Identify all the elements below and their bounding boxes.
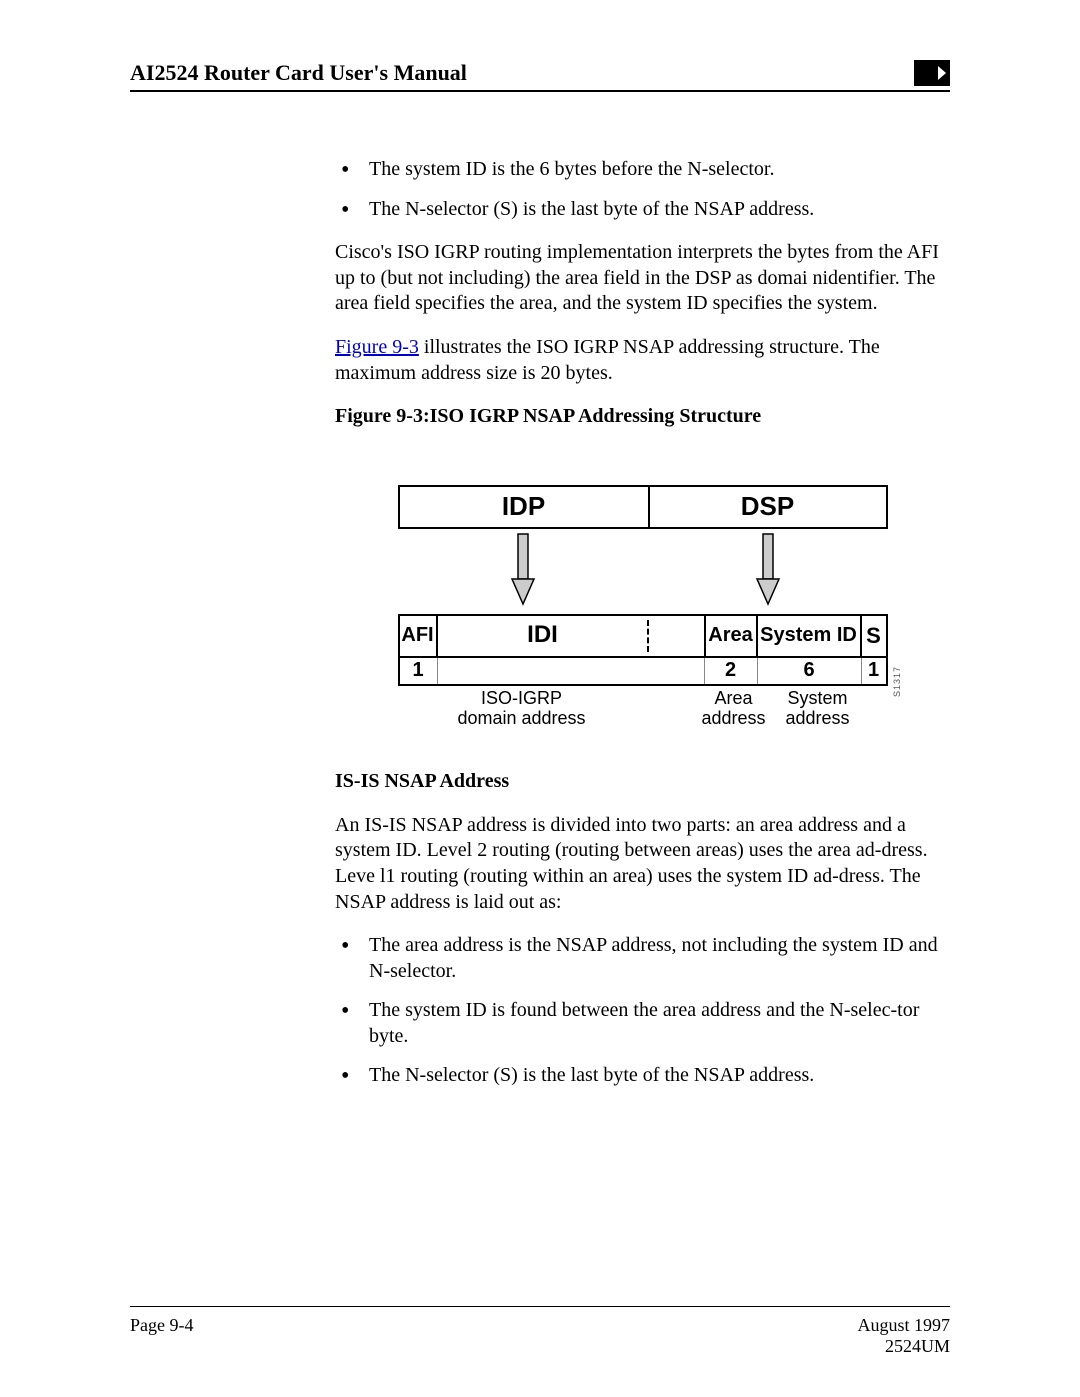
footer-right: August 1997 2524UM	[857, 1315, 950, 1357]
label-end-gap	[870, 688, 888, 729]
gap-bytes	[648, 658, 704, 684]
isis-paragraph: An IS-IS NSAP address is divided into tw…	[335, 813, 950, 915]
page-footer: Page 9-4 August 1997 2524UM	[130, 1306, 950, 1357]
isis-heading: IS-IS NSAP Address	[335, 769, 950, 795]
idi-cell: IDI	[438, 616, 648, 656]
label-line2: address	[702, 708, 766, 728]
list-item: The area address is the NSAP address, no…	[335, 933, 950, 984]
area-cell: Area	[704, 616, 758, 656]
area-address-label: Area address	[702, 688, 766, 729]
idp-cell: IDP	[400, 487, 650, 527]
paragraph-cisco: Cisco's ISO IGRP routing implementation …	[335, 240, 950, 317]
manual-title: AI2524 Router Card User's Manual	[130, 60, 467, 86]
iso-igrp-label: ISO-IGRP domain address	[398, 688, 646, 729]
figure-caption: Figure 9-3:ISO IGRP NSAP Addressing Stru…	[335, 404, 950, 430]
label-line1: Area	[715, 688, 753, 708]
gap-cell	[648, 616, 704, 656]
label-line2: domain address	[457, 708, 585, 728]
label-line1: ISO-IGRP	[481, 688, 562, 708]
body-content: The system ID is the 6 bytes before the …	[335, 157, 950, 1089]
brand-logo-icon	[914, 60, 950, 86]
diagram-fields-row: AFI IDI Area System ID S	[398, 614, 888, 656]
nsap-structure-diagram: IDP DSP AFI IDI	[398, 485, 888, 729]
isis-bullet-list: The area address is the NSAP address, no…	[335, 933, 950, 1089]
figure-reference-paragraph: Figure 9-3 illustrates the ISO IGRP NSAP…	[335, 335, 950, 386]
page: AI2524 Router Card User's Manual The sys…	[0, 0, 1080, 1397]
idi-label: IDI	[527, 620, 558, 651]
afi-cell: AFI	[400, 616, 438, 656]
dashed-divider-icon	[647, 620, 649, 652]
footer-date: August 1997	[857, 1315, 950, 1335]
systemid-cell: System ID	[758, 616, 862, 656]
dsp-cell: DSP	[650, 487, 886, 527]
list-item: The N-selector (S) is the last byte of t…	[335, 197, 950, 223]
arrow-row	[398, 529, 888, 614]
list-item: The system ID is found between the area …	[335, 998, 950, 1049]
diagram-id-label: S1317	[892, 666, 904, 697]
label-gap	[646, 688, 702, 729]
sel-bytes: 1	[862, 658, 886, 684]
list-item: The system ID is the 6 bytes before the …	[335, 157, 950, 183]
intro-bullet-list: The system ID is the 6 bytes before the …	[335, 157, 950, 222]
sysid-bytes: 6	[758, 658, 862, 684]
afi-bytes: 1	[400, 658, 438, 684]
page-number: Page 9-4	[130, 1315, 193, 1357]
diagram-bytes-row: 1 2 6 1	[398, 656, 888, 686]
system-address-label: System address	[766, 688, 870, 729]
arrow-down-icon	[753, 529, 783, 609]
label-line1: System	[788, 688, 848, 708]
footer-docid: 2524UM	[885, 1336, 950, 1356]
figure-9-3-link[interactable]: Figure 9-3	[335, 336, 419, 358]
label-line2: address	[786, 708, 850, 728]
diagram-bottom-labels: ISO-IGRP domain address Area address Sys…	[398, 688, 888, 729]
area-bytes: 2	[704, 658, 758, 684]
idi-bytes	[438, 658, 648, 684]
page-header: AI2524 Router Card User's Manual	[130, 60, 950, 92]
list-item: The N-selector (S) is the last byte of t…	[335, 1063, 950, 1089]
diagram-top-row: IDP DSP	[398, 485, 888, 529]
arrow-down-icon	[508, 529, 538, 609]
selector-cell: S	[862, 616, 886, 656]
